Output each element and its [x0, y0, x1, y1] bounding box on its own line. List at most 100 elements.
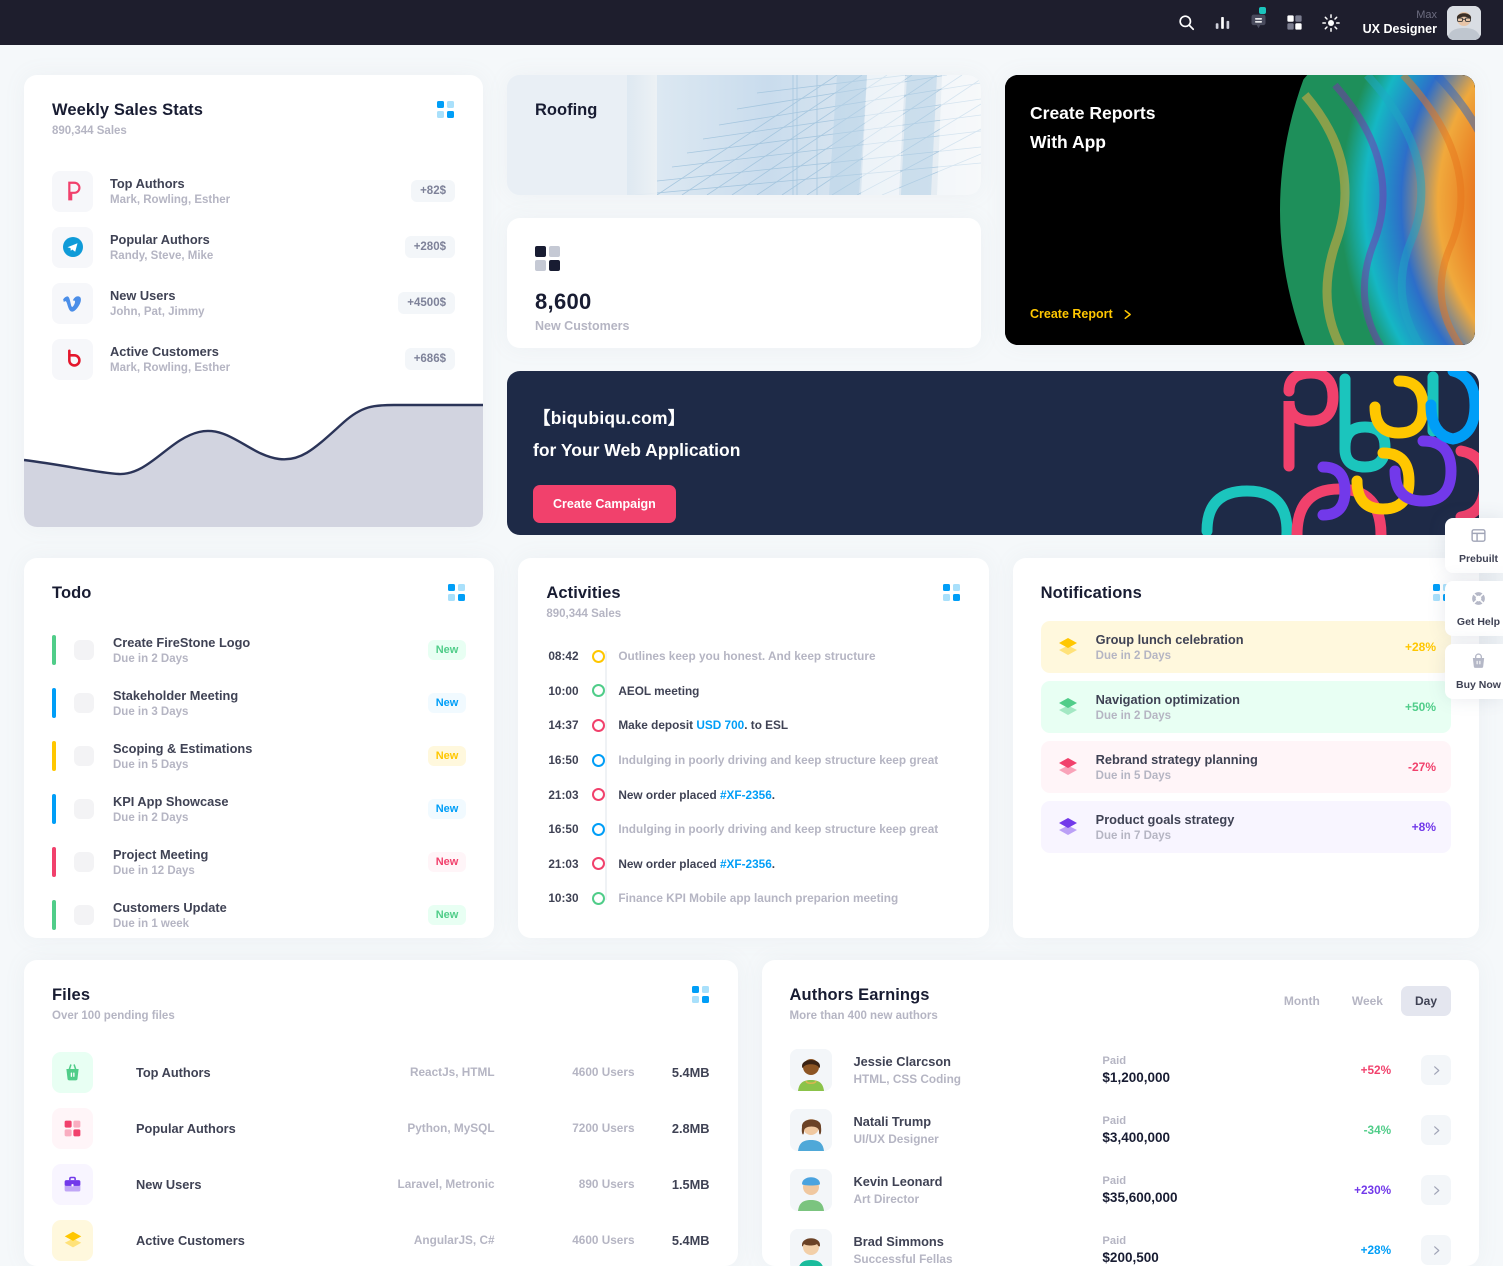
timeline-item[interactable]: 21:03 New order placed #XF-2356.: [548, 777, 960, 812]
chat-icon[interactable]: [1241, 5, 1277, 41]
list-item[interactable]: Rebrand strategy planning Due in 5 Days …: [1040, 741, 1452, 793]
list-item[interactable]: Customers Update Due in 1 week New: [52, 888, 467, 938]
roofing-card[interactable]: Roofing: [507, 75, 981, 195]
buy-now-button[interactable]: Buy Now: [1445, 644, 1503, 699]
paid-value: $1,200,000: [1102, 1070, 1170, 1085]
avatar: [789, 1229, 832, 1266]
grid-apps-icon[interactable]: [1277, 5, 1313, 41]
table-row[interactable]: Kevin Leonard Art Director Paid $35,600,…: [789, 1160, 1451, 1220]
avatar[interactable]: [1447, 5, 1481, 40]
chevron-right-icon[interactable]: [1421, 1115, 1451, 1145]
author-name: Brad Simmons: [853, 1234, 944, 1249]
notifications-card: Notifications Group lunch celebration Du…: [1012, 558, 1480, 938]
timeline-link[interactable]: #XF-2356: [720, 788, 772, 802]
tab-day[interactable]: Day: [1400, 986, 1451, 1016]
activities-subtitle: 890,344 Sales: [546, 608, 622, 620]
timeline-item[interactable]: 14:37 Make deposit USD 700. to ESL: [548, 708, 960, 743]
list-item[interactable]: Navigation optimization Due in 2 Days +5…: [1040, 681, 1452, 733]
activities-timeline: 08:42 Outlines keep you honest. And keep…: [546, 639, 960, 916]
list-item-value: +4500$: [398, 292, 455, 314]
priority-bar: [52, 687, 56, 718]
new-customers-number: 8,600: [535, 289, 592, 314]
brightness-icon[interactable]: [1313, 5, 1349, 41]
todo-checkbox[interactable]: [74, 851, 94, 872]
grid-dots-icon[interactable]: [691, 986, 710, 1004]
timeline-text: Indulging in poorly driving and keep str…: [618, 822, 939, 837]
list-item[interactable]: Scoping & Estimations Due in 5 Days New: [52, 729, 467, 782]
timeline-item[interactable]: 10:00 AEOL meeting: [548, 674, 960, 709]
get-help-button[interactable]: Get Help: [1445, 581, 1503, 636]
list-item[interactable]: New Users John, Pat, Jimmy +4500$: [52, 275, 455, 331]
priority-bar: [52, 634, 56, 665]
list-item-text: Popular Authors Randy, Steve, Mike: [110, 232, 405, 262]
todo-checkbox[interactable]: [74, 692, 94, 713]
earnings-period-tabs: Month Week Day: [1270, 986, 1451, 1016]
table-row[interactable]: Natali Trump UI/UX Designer Paid $3,400,…: [789, 1100, 1451, 1160]
table-row[interactable]: Brad Simmons Successful Fellas Paid $200…: [789, 1220, 1451, 1266]
table-row[interactable]: Active Customers AngularJS, C# 4600 User…: [52, 1212, 710, 1266]
layers-icon: [1058, 638, 1077, 655]
prebuilt-button[interactable]: Prebuilt: [1445, 518, 1503, 573]
todo-checkbox[interactable]: [74, 745, 94, 766]
chevron-right-icon[interactable]: [1421, 1055, 1451, 1085]
support-icon: [1472, 592, 1485, 605]
list-item[interactable]: Create FireStone Logo Due in 2 Days New: [52, 623, 467, 676]
create-campaign-button[interactable]: Create Campaign: [533, 485, 676, 523]
create-reports-title-line2: With App: [1030, 132, 1106, 152]
todo-checkbox[interactable]: [74, 798, 94, 819]
list-item[interactable]: Stakeholder Meeting Due in 3 Days New: [52, 676, 467, 729]
grid-dots-icon[interactable]: [437, 101, 455, 119]
list-item[interactable]: Top Authors Mark, Rowling, Esther +82$: [52, 163, 455, 219]
todo-checkbox[interactable]: [74, 904, 94, 925]
timeline-item[interactable]: 16:50 Indulging in poorly driving and ke…: [548, 812, 960, 847]
author-role: UI/UX Designer: [853, 1132, 939, 1146]
timeline-item[interactable]: 16:50 Indulging in poorly driving and ke…: [548, 743, 960, 778]
table-row[interactable]: Jessie Clarcson HTML, CSS Coding Paid $1…: [789, 1040, 1451, 1100]
grid-dots-icon[interactable]: [448, 584, 466, 602]
table-row[interactable]: Popular Authors Python, MySQL 7200 Users…: [52, 1100, 710, 1156]
list-item[interactable]: KPI App Showcase Due in 2 Days New: [52, 782, 467, 835]
timeline-item[interactable]: 08:42 Outlines keep you honest. And keep…: [548, 639, 960, 674]
list-item[interactable]: Group lunch celebration Due in 2 Days +2…: [1040, 621, 1452, 673]
prebuilt-label: Prebuilt: [1458, 553, 1499, 565]
timeline-link[interactable]: USD 700: [696, 718, 744, 732]
list-item-value: +686$: [404, 348, 455, 370]
table-cell-name: Active Customers: [136, 1232, 245, 1248]
user-profile[interactable]: Max UX Designer: [1363, 5, 1481, 40]
timeline-item[interactable]: 10:30 Finance KPI Mobile app launch prep…: [548, 881, 960, 916]
timeline-item[interactable]: 21:03 New order placed #XF-2356.: [548, 847, 960, 882]
list-item-title: Top Authors: [110, 176, 185, 191]
list-item[interactable]: Active Customers Mark, Rowling, Esther +…: [52, 331, 455, 387]
list-item-title: Customers Update: [113, 899, 227, 915]
todo-header: Todo: [52, 584, 466, 603]
timeline-link[interactable]: #XF-2356: [720, 857, 772, 871]
create-report-link[interactable]: Create Report: [1030, 307, 1135, 321]
create-reports-card[interactable]: Create Reports With App Create Report: [1005, 75, 1475, 345]
avatar: [789, 1049, 832, 1091]
list-item[interactable]: Popular Authors Randy, Steve, Mike +280$: [52, 219, 455, 275]
layers-icon: [1058, 698, 1077, 715]
chevron-right-icon[interactable]: [1421, 1175, 1451, 1205]
avatar: [789, 1169, 832, 1211]
table-row[interactable]: New Users Laravel, Metronic 890 Users 1.…: [52, 1156, 710, 1212]
timeline-time: 16:50: [548, 822, 579, 837]
notifications-title: Notifications: [1040, 584, 1142, 602]
weekly-sales-stats-card: Weekly Sales Stats 890,344 Sales Top Aut…: [24, 75, 483, 527]
layers-icon: [52, 1219, 93, 1261]
table-row[interactable]: Top Authors ReactJs, HTML 4600 Users 5.4…: [52, 1044, 710, 1100]
earnings-inner: Authors Earnings More than 400 new autho…: [762, 960, 1479, 1266]
timeline-text: Finance KPI Mobile app launch preparion …: [618, 891, 899, 906]
todo-checkbox[interactable]: [74, 639, 94, 660]
grid-dots-icon[interactable]: [942, 584, 961, 602]
bar-chart-icon[interactable]: [1205, 5, 1241, 41]
search-icon[interactable]: [1169, 5, 1205, 41]
chevron-right-icon[interactable]: [1421, 1235, 1451, 1265]
earnings-subtitle: More than 400 new authors: [789, 1010, 938, 1022]
list-item-text: Scoping & Estimations Due in 5 Days: [113, 741, 428, 771]
table-cell-author: Brad Simmons Successful Fellas: [854, 1234, 1103, 1266]
list-item[interactable]: Product goals strategy Due in 7 Days +8%: [1040, 801, 1452, 853]
tab-week[interactable]: Week: [1338, 986, 1397, 1016]
tab-month[interactable]: Month: [1270, 986, 1334, 1016]
author-role: HTML, CSS Coding: [853, 1072, 961, 1086]
list-item[interactable]: Project Meeting Due in 12 Days New: [52, 835, 467, 888]
